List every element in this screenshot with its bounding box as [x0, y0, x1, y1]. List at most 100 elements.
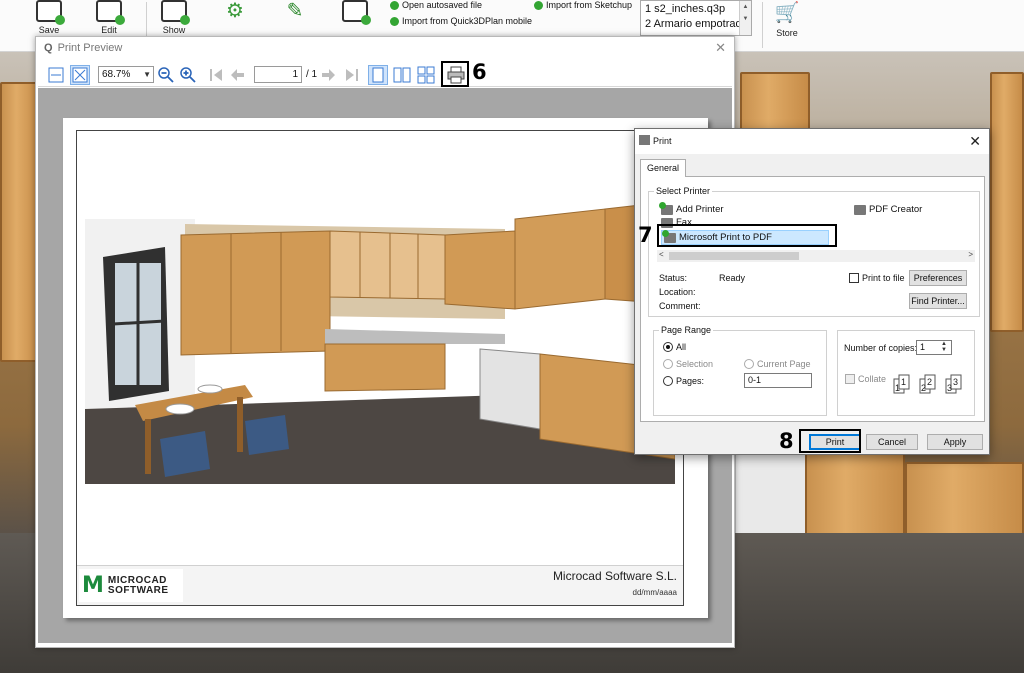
tab-general[interactable]: General: [640, 159, 687, 177]
collate-label: Collate: [858, 374, 887, 384]
save-button[interactable]: Save: [34, 0, 65, 35]
open-autosaved-link[interactable]: Open autosaved file: [390, 0, 482, 10]
logo-text: MICROCAD SOFTWARE: [107, 574, 169, 596]
svg-text:3: 3: [947, 383, 952, 393]
printer-icon: [639, 135, 650, 145]
printer-icon: [854, 204, 866, 215]
ribbon-separator: [762, 2, 763, 48]
single-page-view-button[interactable]: [368, 65, 388, 85]
import-sketchup-link[interactable]: Import from Sketchup: [534, 0, 632, 10]
preview-page: M MICROCAD SOFTWARE Microcad Software S.…: [63, 118, 708, 618]
range-current-page-radio[interactable]: [744, 359, 754, 369]
range-selection-radio[interactable]: [663, 359, 673, 369]
print-to-file-checkbox[interactable]: [849, 273, 859, 283]
two-page-view-button[interactable]: [392, 65, 412, 85]
preferences-button[interactable]: Preferences: [909, 270, 967, 286]
general-tab-panel: Select Printer Add Printer Fax Microsoft…: [640, 176, 985, 422]
save-icon: [36, 0, 65, 25]
zoom-in-icon: [180, 67, 196, 83]
arrow-left-icon: [231, 69, 244, 81]
chevron-down-icon: ▼: [143, 70, 151, 79]
show-button[interactable]: Show: [159, 0, 190, 35]
zoom-in-button[interactable]: [178, 65, 198, 85]
store-button[interactable]: 🛒 Store: [772, 0, 802, 38]
download-icon: [390, 16, 399, 26]
scrollbar-thumb[interactable]: [669, 252, 799, 260]
cancel-button[interactable]: Cancel: [866, 434, 918, 450]
recent-file-item[interactable]: 1 s2_inches.q3p: [645, 2, 747, 17]
kitchen-render-illustration: [85, 139, 675, 484]
recent-files-list[interactable]: 1 s2_inches.q3p 2 Armario empotrad ▲ ▼: [640, 0, 752, 36]
svg-text:2: 2: [921, 383, 926, 393]
printer-item-add-printer[interactable]: Add Printer: [659, 201, 724, 215]
next-page-button[interactable]: [318, 65, 338, 85]
download-icon: [390, 0, 399, 10]
magnifier-icon: Q: [44, 42, 53, 54]
microcad-logo: M MICROCAD SOFTWARE: [79, 569, 183, 602]
copies-group: Number of copies: 1 ▲ ▼ Collate 11 22 33: [837, 330, 975, 416]
fit-width-button[interactable]: [46, 65, 66, 85]
draw-button[interactable]: ✎: [282, 0, 308, 22]
svg-text:2: 2: [927, 377, 932, 387]
multi-page-view-button[interactable]: [416, 65, 436, 85]
recent-list-scrollbar[interactable]: ▲ ▼: [739, 1, 751, 35]
status-value: Ready: [719, 273, 746, 283]
printer-list-scrollbar[interactable]: < >: [657, 250, 975, 262]
footer-date: dd/mm/aaaa: [632, 588, 677, 597]
print-preview-toolbar: 68.7% ▼ 1 / 1: [38, 63, 732, 87]
gear-icon: ⚙: [226, 0, 244, 22]
last-page-icon: [346, 69, 358, 81]
apply-button[interactable]: Apply: [927, 434, 983, 450]
page-total-label: / 1: [306, 69, 318, 80]
zoom-out-button[interactable]: [156, 65, 176, 85]
first-page-button[interactable]: [206, 65, 226, 85]
collate-checkbox[interactable]: [845, 374, 855, 384]
print-preview-title: Print Preview: [57, 42, 123, 54]
collate-pages-icon: 11 22 33: [893, 374, 962, 394]
kitchen-render-image: [85, 139, 675, 484]
recent-file-item[interactable]: 2 Armario empotrad: [645, 17, 747, 32]
two-pages-icon: [393, 67, 411, 83]
list-button[interactable]: [340, 0, 371, 25]
zoom-select[interactable]: 68.7% ▼: [98, 66, 154, 83]
status-label: Status:: [659, 273, 688, 283]
comment-label: Comment:: [659, 301, 701, 311]
download-icon: [534, 0, 543, 10]
preview-canvas[interactable]: M MICROCAD SOFTWARE Microcad Software S.…: [38, 88, 732, 643]
range-current-page-label: Current Page: [757, 359, 811, 369]
show-icon: [161, 0, 190, 25]
previous-page-button[interactable]: [228, 65, 248, 85]
find-printer-button[interactable]: Find Printer...: [909, 293, 967, 309]
copies-stepper[interactable]: ▲ ▼: [941, 341, 947, 353]
import-quick3dplan-link[interactable]: Import from Quick3DPlan mobile: [390, 16, 532, 26]
range-all-radio[interactable]: [663, 342, 673, 352]
grid-pages-icon: [417, 66, 435, 84]
fit-page-button[interactable]: [70, 65, 90, 85]
step-6-label: 6: [472, 60, 487, 84]
edit-button[interactable]: Edit: [94, 0, 125, 35]
arrow-right-icon: [322, 69, 335, 81]
first-page-icon: [210, 69, 222, 81]
close-icon[interactable]: ✕: [969, 133, 981, 150]
print-dialog: Print ✕ General Select Printer Add Print…: [634, 128, 990, 455]
last-page-button[interactable]: [342, 65, 362, 85]
settings-button[interactable]: ⚙: [222, 0, 248, 22]
pages-input[interactable]: 0-1: [744, 373, 812, 388]
range-selection-label: Selection: [676, 359, 714, 369]
svg-text:3: 3: [953, 377, 958, 387]
page-range-label: Page Range: [659, 325, 714, 335]
page-range-group: Page Range All Selection Current Page Pa…: [653, 325, 827, 416]
location-label: Location:: [659, 287, 696, 297]
highlight-box-pdf-printer: [657, 224, 837, 247]
step-8-label: 8: [779, 429, 794, 453]
add-printer-icon: [659, 201, 673, 215]
current-page-input[interactable]: 1: [254, 66, 302, 83]
range-pages-radio[interactable]: [663, 376, 673, 386]
svg-text:1: 1: [895, 383, 900, 393]
chevron-left-icon[interactable]: <: [659, 250, 664, 259]
step-7-label: 7: [638, 223, 653, 247]
printer-item-pdf-creator[interactable]: PDF Creator: [854, 204, 922, 215]
chevron-right-icon[interactable]: >: [968, 250, 973, 259]
range-all-label: All: [676, 342, 687, 352]
close-icon[interactable]: ✕: [715, 40, 726, 56]
